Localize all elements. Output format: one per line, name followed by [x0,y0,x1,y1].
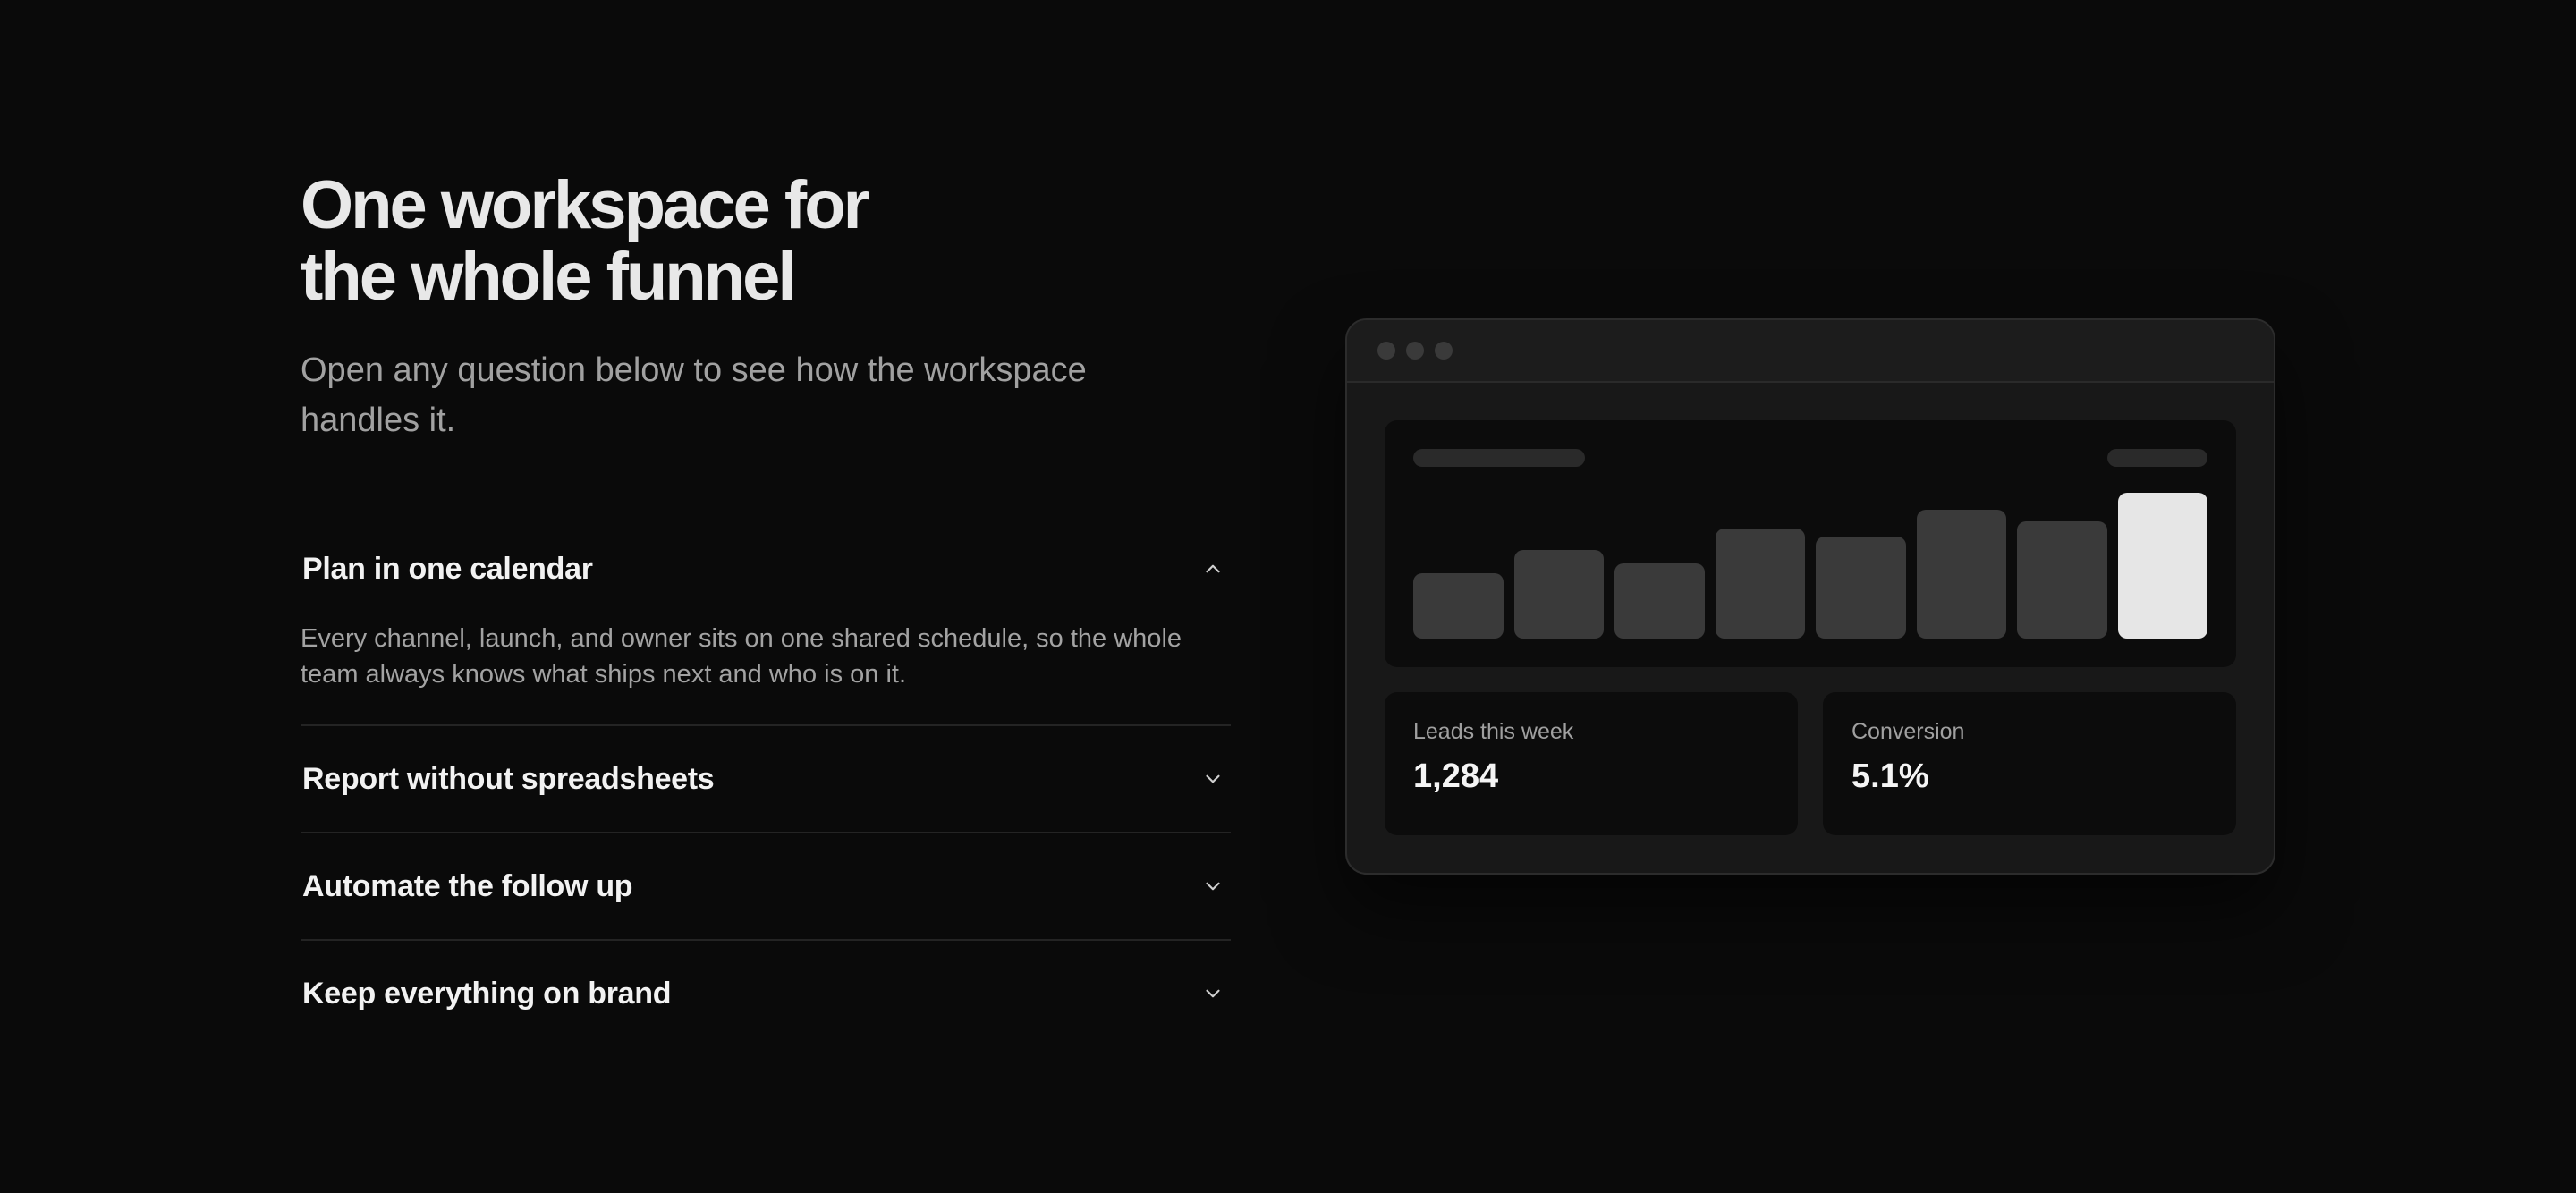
accordion-title: Keep everything on brand [302,976,672,1011]
chevron-down-icon[interactable] [1195,868,1231,904]
chevron-down-icon[interactable] [1195,761,1231,797]
placeholder-title-bar [1413,449,1585,467]
page-subtitle: Open any question below to see how the w… [301,351,1087,439]
accordion-header-report[interactable]: Report without spreadsheets [301,726,1231,832]
accordion-item-report: Report without spreadsheets [301,726,1231,833]
headline-line-2: the whole funnel [301,239,797,315]
bar-chart [1413,485,2207,639]
chart-bar [1614,563,1705,639]
window-dot-icon [1377,342,1395,360]
window-dot-icon [1406,342,1424,360]
page-title: One workspace for the whole funnel [301,170,1231,313]
dashboard-preview-window: Leads this week 1,284 Conversion 5.1% [1345,318,2275,875]
accordion-header-brand[interactable]: Keep everything on brand [301,941,1231,1046]
accordion: Plan in one calendar Every channel, laun… [301,515,1231,1046]
window-titlebar [1347,320,2274,383]
chart-bar [1413,572,1504,639]
chevron-down-icon[interactable] [1195,976,1231,1011]
chevron-up-icon[interactable] [1195,551,1231,587]
stat-label: Leads this week [1413,719,1574,744]
faq-section: One workspace for the whole funnel Open … [301,170,1231,1046]
accordion-body: Every channel, launch, and owner sits on… [301,624,1182,689]
chart-bar-highlight [2117,492,2207,639]
stat-label: Conversion [1852,719,1965,744]
accordion-header-automate[interactable]: Automate the follow up [301,833,1231,939]
accordion-title: Automate the follow up [302,868,633,903]
chart-bar [1816,537,1906,639]
accordion-item-brand: Keep everything on brand [301,941,1231,1046]
chart-bar [1916,509,2006,639]
stat-value: 5.1% [1852,757,1929,795]
accordion-title: Report without spreadsheets [302,761,715,796]
chart-bar [1715,529,1805,639]
page: One workspace for the whole funnel Open … [0,0,2576,1193]
chart-bar [1513,550,1604,639]
chart-bar [2017,520,2107,639]
accordion-item-automate: Automate the follow up [301,833,1231,941]
accordion-item-plan: Plan in one calendar Every channel, laun… [301,515,1231,726]
accordion-title: Plan in one calendar [302,552,593,586]
accordion-header-plan[interactable]: Plan in one calendar [301,515,1231,594]
window-dot-icon [1435,342,1453,360]
placeholder-action-bar [2107,449,2207,467]
stat-card-conversion: Conversion 5.1% [1823,692,2236,835]
chart-panel [1385,420,2236,667]
stat-value: 1,284 [1413,757,1499,795]
headline-line-1: One workspace for [301,167,869,243]
stat-card-leads: Leads this week 1,284 [1385,692,1798,835]
